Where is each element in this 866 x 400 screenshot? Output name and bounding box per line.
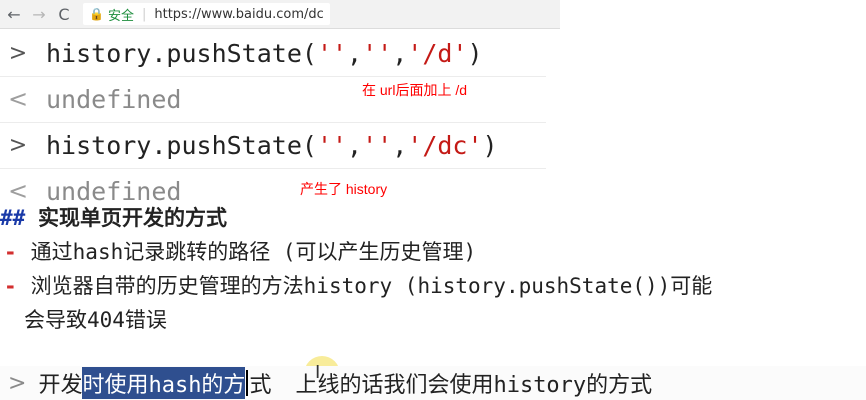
console-code: history.pushState('','','/dc') bbox=[46, 130, 498, 160]
console-prompt-icon: > bbox=[8, 40, 28, 66]
list-item-text: 通过hash记录跳转的路径 (可以产生历史管理) bbox=[30, 240, 477, 264]
annotation-note: 在 url后面加上 /d bbox=[362, 82, 468, 98]
selected-text[interactable]: 时使用hash的方 bbox=[82, 367, 246, 399]
forward-arrow-icon[interactable]: → bbox=[28, 3, 50, 25]
text-caret bbox=[246, 370, 249, 396]
text-cursor-icon: I bbox=[315, 362, 321, 383]
list-item: - 浏览器自带的历史管理的方法history (history.pushState… bbox=[0, 270, 866, 300]
console-input-row: > history.pushState('','','/dc') bbox=[0, 122, 546, 169]
annotation-note: 产生了 history bbox=[300, 181, 388, 197]
heading-text: 实现单页开发的方式 bbox=[37, 206, 227, 230]
list-item: - 通过hash记录跳转的路径 (可以产生历史管理) bbox=[0, 236, 866, 266]
lock-icon: 🔒 bbox=[89, 7, 104, 21]
editor-line[interactable]: > 开发 时使用hash的方式上线的话我们会使用history的方式 bbox=[0, 366, 866, 400]
address-bar[interactable]: 🔒 安全 | https://www.baidu.com/dc bbox=[83, 3, 330, 25]
console-input-row: > history.pushState('','','/d') bbox=[0, 30, 546, 77]
line-prompt-icon: > bbox=[8, 370, 27, 396]
url-text[interactable]: https://www.baidu.com/dc bbox=[154, 7, 323, 22]
back-arrow-icon[interactable]: ← bbox=[3, 3, 25, 25]
console-code: history.pushState('','','/d') bbox=[46, 38, 483, 68]
console-result: undefined bbox=[46, 84, 182, 114]
line-text: 上线的话我们会使用history的方式 bbox=[295, 373, 653, 398]
markdown-heading: ## 实现单页开发的方式 bbox=[0, 202, 866, 232]
console-prompt-icon: > bbox=[8, 132, 28, 158]
secure-label: 安全 bbox=[107, 8, 134, 24]
address-separator: | bbox=[141, 6, 147, 22]
list-item-continuation: 会导致404错误 bbox=[24, 308, 167, 332]
reload-icon[interactable]: C bbox=[53, 3, 75, 25]
bullet-marker: - bbox=[4, 240, 17, 264]
browser-toolbar: ← → C 🔒 安全 | https://www.baidu.com/dc bbox=[0, 0, 560, 29]
heading-marker: ## bbox=[0, 206, 26, 230]
line-text: 开发 bbox=[38, 373, 83, 398]
line-text: 式 bbox=[249, 373, 272, 398]
console-result-icon: < bbox=[7, 177, 29, 205]
bullet-marker: - bbox=[4, 274, 17, 298]
list-item-text: 浏览器自带的历史管理的方法history (history.pushState(… bbox=[30, 274, 713, 298]
console-result-icon: < bbox=[7, 85, 29, 113]
